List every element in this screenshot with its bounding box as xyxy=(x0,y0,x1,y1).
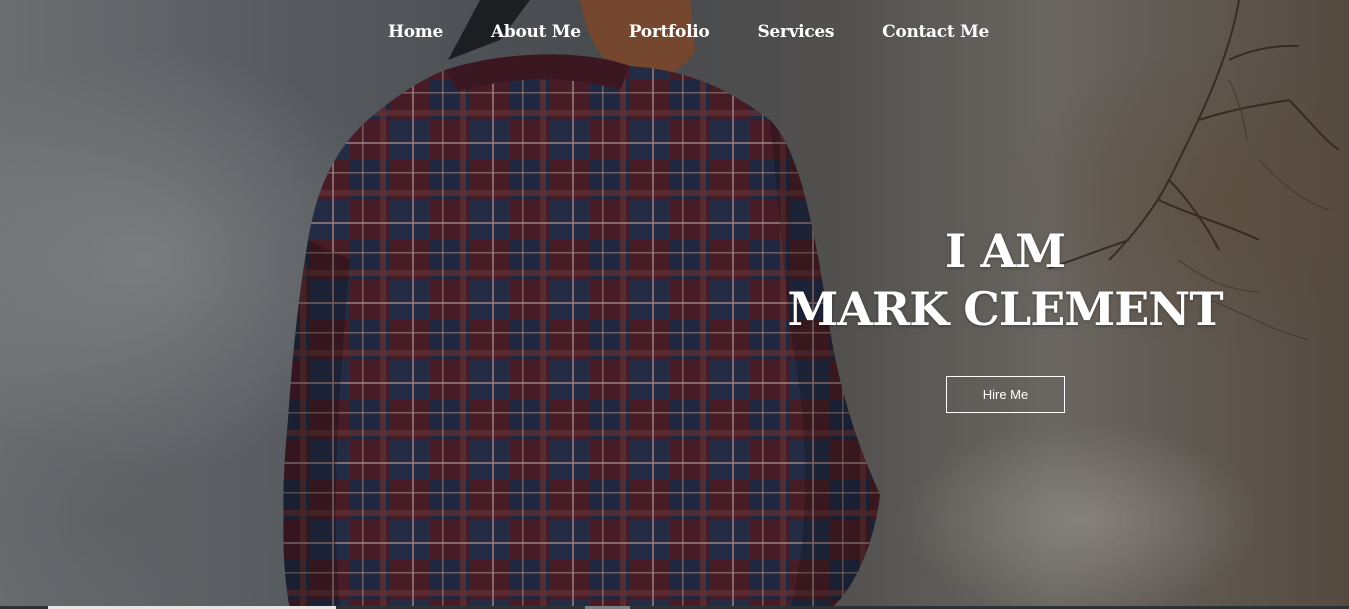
headline-line-2: MARK CLEMENT xyxy=(787,282,1223,336)
nav-home-link[interactable]: Home xyxy=(388,18,443,46)
hero-headline: I AM MARK CLEMENT xyxy=(780,222,1230,338)
nav-services-link[interactable]: Services xyxy=(757,18,834,46)
nav-portfolio-link[interactable]: Portfolio xyxy=(629,18,710,46)
main-nav: Home About Me Portfolio Services Contact… xyxy=(0,18,1349,46)
hero-section: Home About Me Portfolio Services Contact… xyxy=(0,0,1349,609)
hire-me-button[interactable]: Hire Me xyxy=(946,376,1065,413)
nav-contact-link[interactable]: Contact Me xyxy=(882,18,989,46)
nav-about-link[interactable]: About Me xyxy=(491,18,581,46)
headline-line-1: I AM xyxy=(944,224,1066,278)
